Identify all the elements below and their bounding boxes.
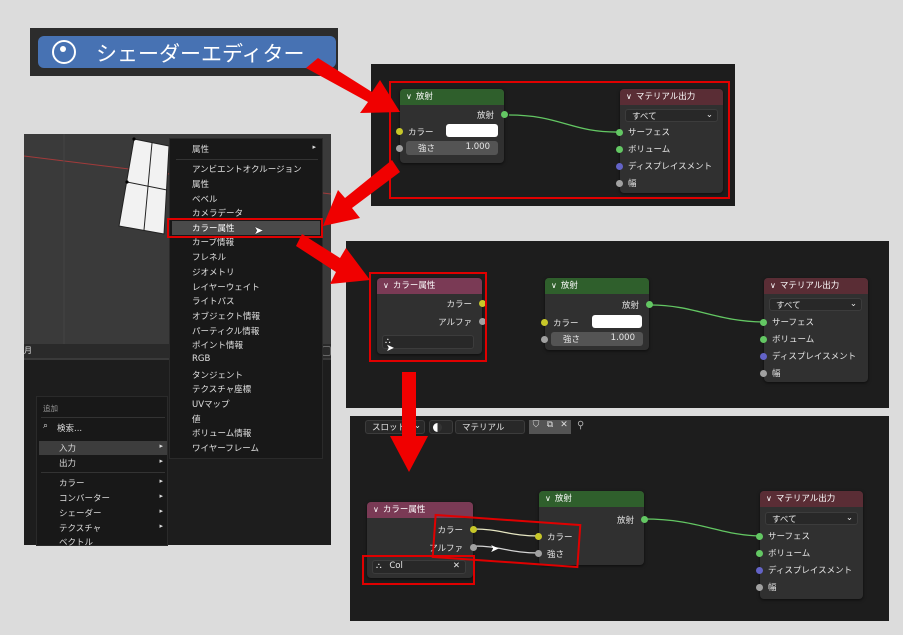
annotation-arrows [296, 58, 428, 472]
arrow-2 [323, 160, 400, 226]
arrow-1 [306, 58, 400, 113]
arrow-3 [296, 234, 370, 284]
arrow-4 [390, 372, 428, 472]
